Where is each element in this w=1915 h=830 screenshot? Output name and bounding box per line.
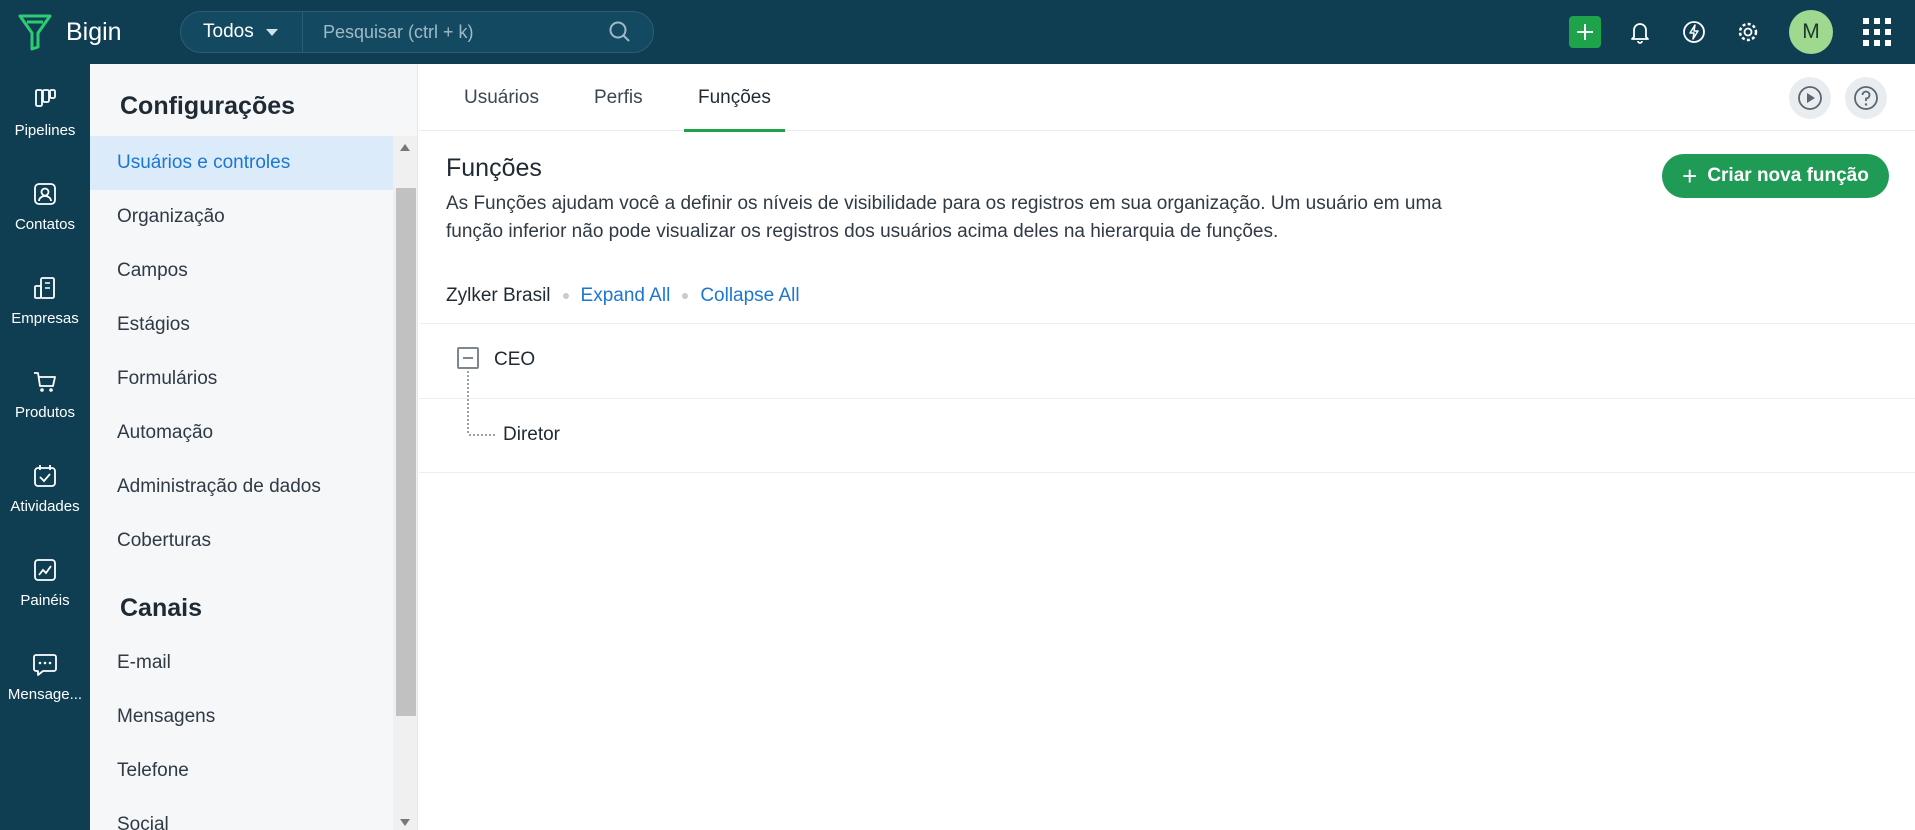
scroll-up-arrow-icon[interactable] — [400, 144, 410, 151]
settings-scrollbar[interactable] — [393, 136, 417, 830]
settings-item-users-controls[interactable]: Usuários e controles — [90, 136, 394, 190]
scrollbar-thumb[interactable] — [396, 188, 416, 716]
companies-icon — [34, 277, 55, 299]
main-content: Usuários Perfis Funções Funções As Funçõ… — [419, 64, 1915, 830]
chat-icon — [33, 654, 57, 676]
role-row[interactable] — [419, 398, 1915, 473]
bell-icon — [1631, 23, 1649, 44]
channels-heading: Canais — [120, 594, 202, 622]
play-tour-button[interactable] — [1789, 77, 1831, 119]
tree-connector — [467, 371, 469, 433]
nav-item-contacts[interactable]: Contatos — [0, 180, 90, 233]
search-scope-label: Todos — [203, 21, 254, 42]
search-icon[interactable] — [607, 19, 633, 45]
settings-item-messages[interactable]: Mensagens — [90, 690, 394, 744]
nav-item-label: Atividades — [10, 498, 80, 515]
role-node-ceo[interactable]: CEO — [494, 349, 535, 371]
scroll-down-arrow-icon[interactable] — [400, 819, 410, 826]
gear-icon — [1738, 22, 1758, 42]
page-title: Funções — [446, 154, 542, 182]
calendar-check-icon — [34, 465, 56, 487]
nav-item-companies[interactable]: Empresas — [0, 274, 90, 327]
page-description: As Funções ajudam você a definir os níve… — [446, 193, 1442, 242]
pipelines-icon — [35, 89, 56, 107]
help-circle-icon — [1854, 86, 1878, 110]
nav-item-pipelines[interactable]: Pipelines — [0, 86, 90, 139]
nav-item-label: Painéis — [20, 592, 70, 609]
cart-icon — [34, 372, 56, 392]
settings-button[interactable] — [1733, 17, 1763, 47]
settings-item-data-admin[interactable]: Administração de dados — [90, 460, 394, 514]
global-search: Todos — [180, 11, 654, 53]
nav-item-label: Empresas — [11, 310, 79, 327]
tab-users[interactable]: Usuários — [464, 64, 539, 131]
role-row[interactable] — [419, 323, 1915, 398]
settings-item-automation[interactable]: Automação — [90, 406, 394, 460]
settings-item-fields[interactable]: Campos — [90, 244, 394, 298]
separator-dot — [682, 293, 689, 299]
nav-item-activities[interactable]: Atividades — [0, 462, 90, 515]
settings-item-stages[interactable]: Estágios — [90, 298, 394, 352]
dashboard-icon — [34, 559, 56, 581]
create-role-label: Criar nova função — [1707, 165, 1869, 186]
search-input[interactable] — [303, 12, 607, 52]
plus-icon: + — [1682, 161, 1698, 191]
expand-all-link[interactable]: Expand All — [581, 285, 671, 307]
org-name: Zylker Brasil — [446, 285, 551, 306]
nav-item-products[interactable]: Produtos — [0, 368, 90, 421]
top-bar: Bigin Todos Pesquisar (ctrl + k) M — [0, 0, 1915, 64]
module-nav: Pipelines Contatos Empresas Produtos Ati… — [0, 64, 90, 830]
settings-item-organization[interactable]: Organização — [90, 190, 394, 244]
app-logo[interactable]: Bigin — [18, 13, 178, 51]
tab-bar: Usuários Perfis Funções — [419, 64, 1915, 132]
settings-sidebar: Configurações Usuários e controles Organ… — [90, 64, 418, 830]
nav-item-label: Produtos — [14, 404, 76, 421]
create-role-button[interactable]: + Criar nova função — [1662, 154, 1889, 198]
settings-item-forms[interactable]: Formulários — [90, 352, 394, 406]
search-scope-dropdown[interactable]: Todos — [181, 12, 303, 52]
collapse-toggle-icon[interactable] — [457, 347, 479, 369]
bigin-logo-icon — [18, 14, 52, 51]
activity-button[interactable] — [1679, 17, 1709, 47]
separator-dot — [562, 293, 569, 299]
tab-profiles[interactable]: Perfis — [594, 64, 643, 131]
hierarchy-toolbar: Zylker Brasil Expand All Collapse All — [446, 285, 800, 307]
caret-down-icon — [265, 28, 278, 36]
role-node-director[interactable]: Diretor — [503, 424, 560, 446]
collapse-all-link[interactable]: Collapse All — [700, 285, 799, 307]
app-grid-icon[interactable] — [1863, 18, 1891, 46]
lightning-icon — [1683, 21, 1705, 43]
quick-create-button[interactable] — [1569, 16, 1601, 48]
tab-roles[interactable]: Funções — [684, 64, 785, 132]
notifications-button[interactable] — [1625, 17, 1655, 47]
settings-item-social[interactable]: Social — [90, 798, 394, 830]
settings-item-email[interactable]: E-mail — [90, 636, 394, 690]
help-button[interactable] — [1845, 77, 1887, 119]
settings-item-phone[interactable]: Telefone — [90, 744, 394, 798]
brand-name: Bigin — [66, 17, 122, 46]
nav-item-label: Mensage... — [7, 686, 83, 703]
plus-icon — [1577, 24, 1593, 40]
tree-connector — [469, 434, 495, 436]
nav-item-label: Pipelines — [14, 122, 76, 139]
contacts-icon — [34, 183, 56, 205]
user-avatar[interactable]: M — [1789, 10, 1833, 54]
play-circle-icon — [1798, 86, 1822, 110]
settings-item-coverages[interactable]: Coberturas — [90, 514, 394, 568]
nav-item-label: Contatos — [14, 216, 76, 233]
nav-item-dashboards[interactable]: Painéis — [0, 556, 90, 609]
settings-heading: Configurações — [120, 92, 296, 120]
nav-item-messages[interactable]: Mensage... — [0, 650, 90, 703]
